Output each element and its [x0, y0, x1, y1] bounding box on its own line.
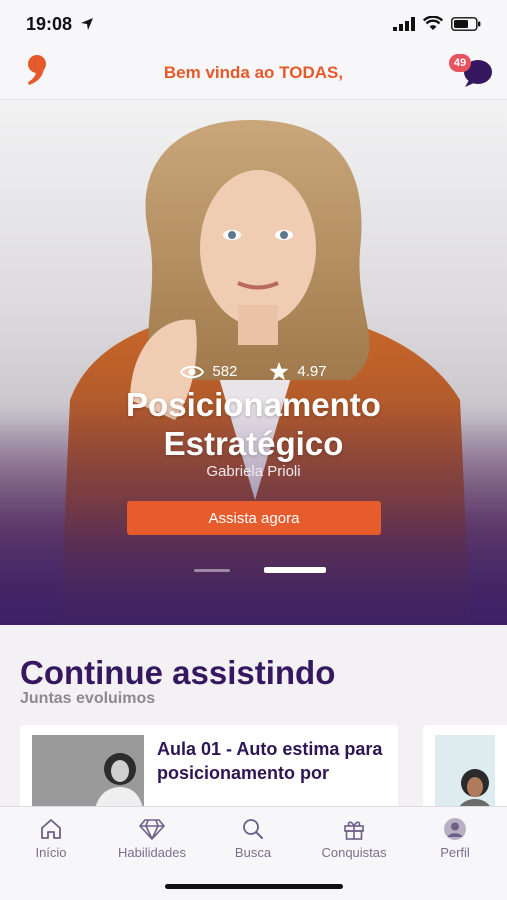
rating-stat: 4.97 — [269, 362, 327, 381]
card-title: Aula 01 - Auto estima para posicionament… — [157, 739, 383, 783]
carousel-dot[interactable] — [194, 569, 230, 572]
views-count: 582 — [212, 363, 238, 380]
card-thumbnail-image — [32, 735, 144, 815]
status-bar: 19:08 — [0, 0, 507, 48]
wifi-icon — [423, 16, 443, 30]
hero-author: Gabriela Prioli — [206, 463, 301, 480]
welcome-text: Bem vinda ao TODAS, — [163, 63, 344, 82]
carousel-dot-active[interactable] — [264, 567, 326, 573]
battery-icon — [451, 16, 481, 31]
chat-badge: 49 — [449, 54, 471, 72]
continue-card[interactable] — [423, 725, 507, 815]
section-subtitle: Juntas evoluimos — [20, 690, 156, 707]
hero-banner[interactable]: 582 4.97 Posicionamento Estratégico Gabr… — [0, 100, 507, 625]
tab-inicio[interactable]: Início — [1, 817, 101, 860]
location-arrow-icon — [81, 18, 94, 30]
star-icon — [269, 362, 289, 381]
section-title: Continue assistindo — [20, 654, 336, 691]
eye-icon — [180, 365, 205, 378]
hero-stats: 582 4.97 — [0, 362, 507, 381]
status-indicators — [393, 16, 481, 31]
home-icon — [41, 819, 61, 839]
tab-busca[interactable]: Busca — [203, 817, 303, 860]
signal-icon — [393, 16, 415, 31]
search-icon — [243, 819, 263, 839]
tab-habilidades[interactable]: Habilidades — [102, 817, 202, 860]
rating-value: 4.97 — [297, 363, 327, 380]
card-thumbnail — [435, 735, 495, 815]
card-thumbnail-image — [435, 735, 495, 815]
chat-button[interactable]: 49 — [449, 54, 493, 88]
hero-title: Posicionamento Estratégico — [126, 386, 381, 462]
user-icon — [444, 818, 466, 840]
continue-card[interactable]: Aula 01 - Auto estima para posicionament… — [20, 725, 398, 815]
views-stat: 582 — [180, 362, 237, 381]
diamond-icon — [139, 819, 165, 840]
status-time: 19:08 — [26, 14, 94, 35]
watch-now-button[interactable]: Assista agora — [127, 501, 381, 535]
tab-conquistas[interactable]: Conquistas — [304, 817, 404, 860]
home-indicator — [165, 884, 343, 889]
tab-perfil[interactable]: Perfil — [405, 817, 505, 860]
gift-icon — [344, 821, 364, 840]
card-thumbnail — [32, 735, 144, 815]
app-header: Bem vinda ao TODAS, 49 — [0, 48, 507, 100]
